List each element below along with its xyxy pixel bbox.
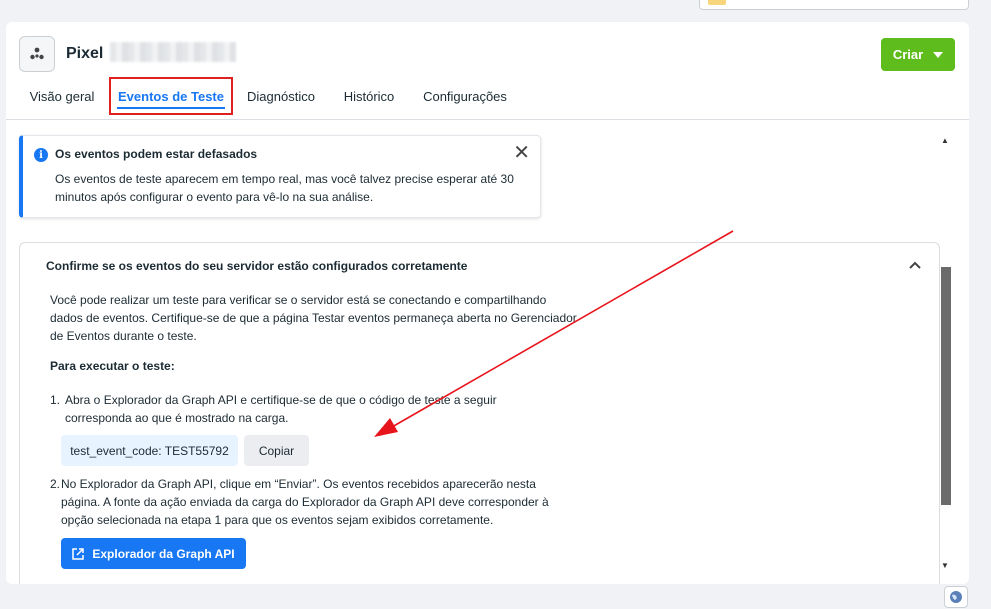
step-1: 1. Abra o Explorador da Graph API e cert… (50, 391, 520, 427)
tab-diagnostics[interactable]: Diagnóstico (242, 77, 320, 115)
banner-title: Os eventos podem estar defasados (55, 147, 258, 161)
tab-overview[interactable]: Visão geral (20, 77, 104, 115)
scroll-down-icon[interactable]: ▼ (938, 558, 952, 572)
scroll-up-icon[interactable]: ▲ (938, 133, 952, 147)
copy-button[interactable]: Copiar (244, 435, 309, 466)
caret-down-icon (933, 51, 944, 58)
graph-api-explorer-button[interactable]: Explorador da Graph API (61, 538, 246, 569)
tab-settings[interactable]: Configurações (419, 77, 511, 115)
step-2: 2. No Explorador da Graph API, clique em… (50, 475, 570, 529)
pixel-header: Pixel Criar Visão geral Eventos de Teste… (6, 22, 969, 120)
section-intro: Você pode realizar um teste para verific… (50, 293, 577, 343)
tab-history[interactable]: Histórico (337, 77, 401, 115)
pixel-icon (19, 36, 55, 72)
steps-heading: Para executar o teste: (50, 359, 175, 373)
pixel-card: Pixel Criar Visão geral Eventos de Teste… (6, 22, 969, 584)
test-events-content: i Os eventos podem estar defasados ✕ Os … (6, 130, 941, 584)
globe-icon[interactable] (944, 586, 968, 608)
graph-api-button-label: Explorador da Graph API (92, 546, 235, 561)
step-2-text: No Explorador da Graph API, clique em “E… (61, 477, 549, 527)
top-account-chip[interactable] (699, 0, 969, 10)
info-icon: i (34, 148, 48, 162)
account-icon (708, 0, 726, 5)
banner-text: Os eventos de teste aparecem em tempo re… (55, 172, 514, 204)
create-button[interactable]: Criar (881, 38, 955, 71)
delay-warning-banner: i Os eventos podem estar defasados ✕ Os … (19, 135, 541, 218)
close-icon[interactable]: ✕ (513, 143, 530, 163)
step-1-number: 1. (50, 393, 61, 407)
content-scrollbar[interactable]: ▲ ▼ (938, 130, 952, 572)
pixel-title: Pixel (66, 45, 104, 62)
step-2-number: 2. (50, 477, 61, 491)
external-link-icon (72, 547, 85, 560)
redacted-pixel-name (110, 42, 236, 62)
tab-test-events[interactable]: Eventos de Teste (109, 77, 233, 115)
chevron-up-icon[interactable] (909, 256, 921, 272)
server-events-section: Confirme se os eventos do seu servidor e… (19, 242, 940, 584)
scrollbar-thumb[interactable] (941, 267, 951, 505)
step-1-text: Abra o Explorador da Graph API e certifi… (65, 393, 497, 425)
test-code-box: test_event_code: TEST55792 (61, 435, 238, 466)
section-title: Confirme se os eventos do seu servidor e… (46, 259, 468, 273)
create-button-label: Criar (892, 47, 924, 62)
